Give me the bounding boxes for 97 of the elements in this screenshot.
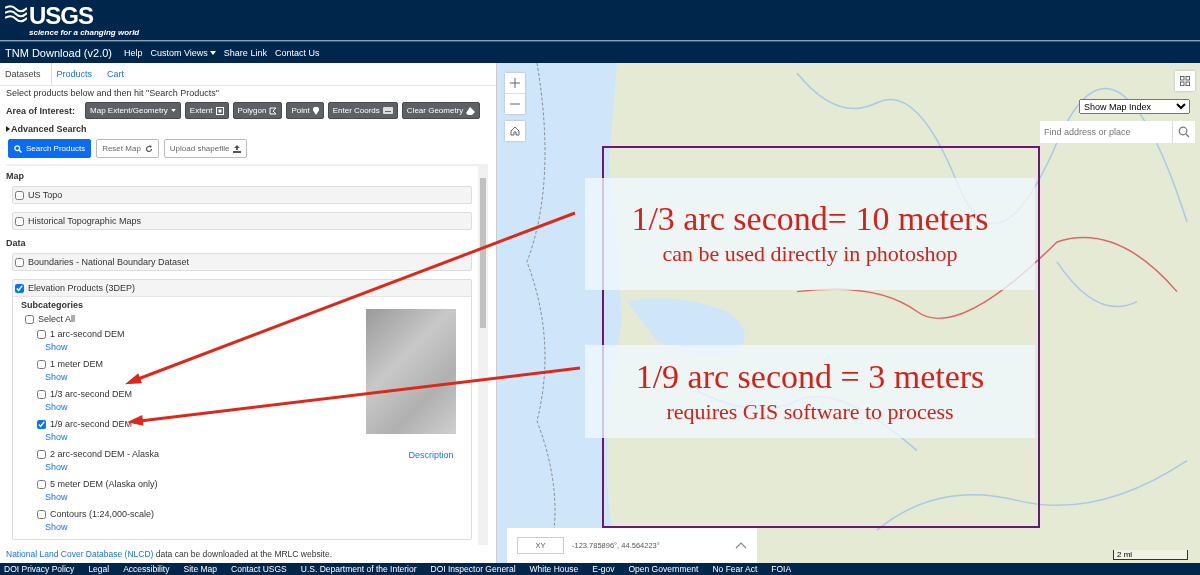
dataset-label: US Topo xyxy=(28,190,63,200)
geometry-button[interactable]: Clear Geometry xyxy=(401,102,481,119)
annotation-title: 1/9 arc second = 3 meters xyxy=(635,356,985,397)
tab[interactable]: Cart xyxy=(102,63,135,85)
checkbox[interactable] xyxy=(15,190,24,200)
nlcd-link[interactable]: National Land Cover Database (NLCD) xyxy=(6,549,154,559)
annotation-note: can be used directly in photoshop xyxy=(662,240,958,268)
footer-link[interactable]: FOIA xyxy=(771,564,792,574)
advanced-search-toggle[interactable]: Advanced Search xyxy=(0,121,496,137)
show-link[interactable]: Show xyxy=(37,519,351,532)
subcategory-label: 1 meter DEM xyxy=(50,359,103,369)
checkbox[interactable] xyxy=(15,257,24,267)
subcategory-label: 2 arc-second DEM - Alaska xyxy=(50,449,160,459)
show-link[interactable]: Show xyxy=(37,399,351,412)
footer-link[interactable]: E-gov xyxy=(592,564,615,574)
tab[interactable]: Products xyxy=(51,63,103,85)
home-button[interactable] xyxy=(505,121,525,141)
instructions-text: Select products below and then hit "Search Products" xyxy=(6,88,220,98)
geometry-button[interactable]: Extent xyxy=(184,102,229,119)
geometry-button[interactable]: Point xyxy=(286,102,324,119)
caret-icon xyxy=(209,50,216,55)
geometry-button[interactable]: Polygon xyxy=(232,102,283,119)
address-search-field[interactable]: Find address or place xyxy=(1040,121,1195,143)
footer-link[interactable]: Accessibility xyxy=(123,564,170,574)
chevron-up-icon[interactable] xyxy=(735,542,747,549)
checkbox[interactable] xyxy=(15,216,24,226)
nav-link[interactable]: Share Link xyxy=(223,47,267,58)
caret-icon xyxy=(170,109,176,112)
nav-link[interactable]: Custom Views xyxy=(150,47,216,58)
dataset-label: Boundaries - National Boundary Dataset xyxy=(28,257,190,267)
footer-link[interactable]: Legal xyxy=(88,564,110,574)
subcategory-label: 1 arc-second DEM xyxy=(50,329,125,339)
footer-link[interactable]: No Fear Act xyxy=(712,564,758,574)
scale-bar: 2 mi xyxy=(1113,550,1188,560)
wave-logo-icon xyxy=(5,3,27,24)
plus-icon xyxy=(510,78,520,88)
nlcd-note-text: National Land Cover Database (NLCD) data can be downloaded at the MRLC website. xyxy=(6,549,334,559)
area-of-interest-label: Area of Interest: xyxy=(6,105,76,116)
grid-icon xyxy=(1180,76,1190,86)
action-button[interactable]: Upload shapefile xyxy=(163,139,248,158)
section-heading: Map xyxy=(6,171,25,181)
subcategory-label: 1/9 arc-second DEM xyxy=(50,419,133,429)
checkbox[interactable] xyxy=(15,283,24,293)
scrollbar[interactable] xyxy=(478,166,488,545)
geometry-button[interactable]: Map Extent/Geometry xyxy=(85,102,181,119)
nav-link[interactable]: Contact Us xyxy=(274,47,320,58)
footer-link[interactable]: Site Map xyxy=(183,564,218,574)
footer-link[interactable]: U.S. Department of the Interior xyxy=(300,564,417,574)
geometry-button[interactable]: Enter Coords xyxy=(327,102,398,119)
search-icon[interactable] xyxy=(1178,126,1190,138)
subcategories-heading: Subcategories xyxy=(21,300,85,310)
checkbox[interactable] xyxy=(25,314,34,324)
footer-link[interactable]: White House xyxy=(529,564,579,574)
action-button[interactable]: Search Products xyxy=(8,139,92,158)
app-title[interactable]: TNM Download (v2.0) xyxy=(5,46,112,59)
home-icon xyxy=(510,126,520,136)
basemap-button[interactable] xyxy=(1175,71,1195,91)
checkbox[interactable] xyxy=(37,389,46,399)
search-icon xyxy=(14,144,22,153)
description-link[interactable]: Description xyxy=(408,450,454,460)
logo-wordmark[interactable]: USGS xyxy=(29,3,140,28)
map-index-select[interactable]: Show Map Index xyxy=(1079,99,1190,114)
pin-icon xyxy=(312,106,319,115)
footer-link[interactable]: Open Government xyxy=(628,564,699,574)
select-all-label: Select All xyxy=(38,314,76,324)
footer-link[interactable]: Contact USGS xyxy=(231,564,287,574)
show-link[interactable]: Show xyxy=(37,339,351,352)
nav-link[interactable]: Help xyxy=(124,47,143,58)
show-link[interactable]: Show xyxy=(37,369,351,382)
caret-icon xyxy=(6,126,10,132)
annotation-title: 1/3 arc second= 10 meters xyxy=(631,199,989,239)
show-link[interactable]: Show xyxy=(37,459,351,472)
dataset-label: Elevation Products (3DEP) xyxy=(28,283,136,293)
show-link[interactable]: Show xyxy=(37,489,351,502)
checkbox[interactable] xyxy=(37,419,46,429)
refresh-icon xyxy=(144,144,153,153)
keyboard-icon xyxy=(382,107,393,114)
footer-link[interactable]: DOI Privacy Policy xyxy=(4,564,75,574)
eraser-icon xyxy=(466,106,476,115)
checkbox[interactable] xyxy=(37,509,46,519)
footer-link[interactable]: DOI Inspector General xyxy=(430,564,516,574)
checkbox[interactable] xyxy=(37,329,46,339)
annotation-note: requires GIS software to process xyxy=(666,397,954,426)
checkbox[interactable] xyxy=(37,449,46,459)
action-button[interactable]: Reset Map xyxy=(96,139,159,158)
subcategory-label: 1/3 arc-second DEM xyxy=(50,389,133,399)
checkbox[interactable] xyxy=(37,479,46,489)
upload-icon xyxy=(233,144,242,153)
logo-tagline: science for a changing world xyxy=(29,27,140,37)
extent-icon xyxy=(215,106,224,115)
checkbox[interactable] xyxy=(37,359,46,369)
subcategory-label: 5 meter DEM (Alaska only) xyxy=(50,479,158,489)
polygon-icon xyxy=(269,106,278,115)
section-heading: Data xyxy=(6,238,27,248)
subcategory-label: Contours (1:24,000-scale) xyxy=(50,509,155,519)
show-link[interactable]: Show xyxy=(37,429,351,442)
dataset-label: Historical Topographic Maps xyxy=(28,216,141,226)
